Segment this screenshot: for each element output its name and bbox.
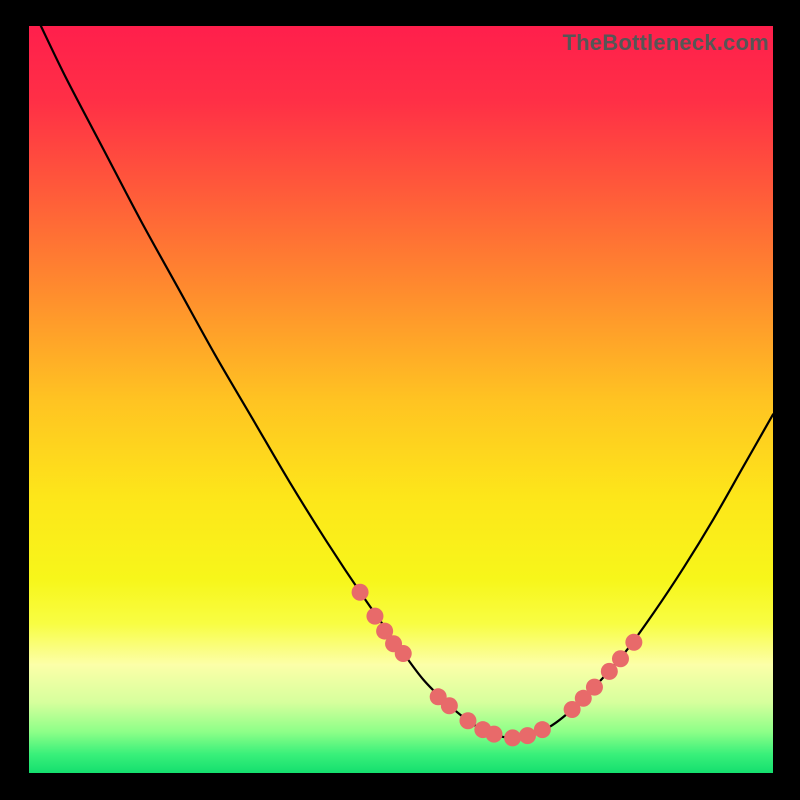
marker-point — [534, 721, 551, 738]
marker-point — [625, 634, 642, 651]
marker-point — [601, 663, 618, 680]
marker-point — [395, 645, 412, 662]
watermark-text: TheBottleneck.com — [563, 30, 769, 56]
marker-point — [586, 679, 603, 696]
bottleneck-chart — [29, 26, 773, 773]
marker-point — [504, 729, 521, 746]
marker-point — [519, 727, 536, 744]
chart-frame: TheBottleneck.com — [29, 26, 773, 773]
marker-point — [441, 697, 458, 714]
marker-point — [352, 584, 369, 601]
marker-point — [486, 726, 503, 743]
marker-point — [366, 608, 383, 625]
marker-point — [459, 712, 476, 729]
marker-point — [612, 650, 629, 667]
